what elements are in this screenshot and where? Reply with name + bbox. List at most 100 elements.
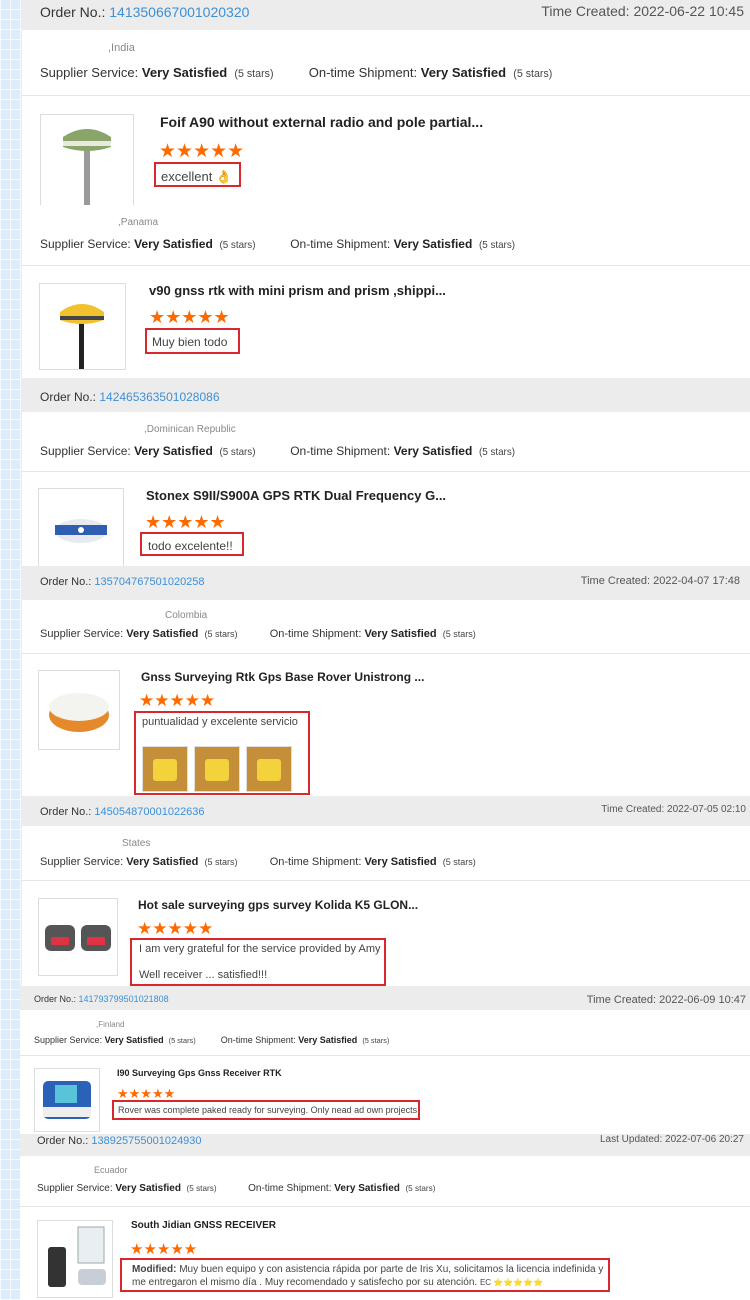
- product-image[interactable]: [34, 1068, 100, 1132]
- buyer-country: ,Dominican Republic: [144, 424, 236, 435]
- review-content: puntualidad y excelente servicio: [142, 716, 298, 728]
- order-no-label: Order No.:: [40, 806, 92, 818]
- review-text: puntualidad y excelente servicio: [134, 711, 310, 795]
- supplier-stars: (5 stars): [204, 857, 238, 867]
- service-ratings: Supplier Service: Very Satisfied (5 star…: [40, 65, 552, 80]
- product-image[interactable]: [39, 283, 126, 370]
- supplier-service-value: Very Satisfied: [134, 237, 213, 251]
- ontime-stars: (5 stars): [405, 1184, 436, 1193]
- rating-stars: ★★★★★: [137, 919, 214, 938]
- order-header: Order No.: 141793799501021808 Time Creat…: [20, 986, 750, 1010]
- last-updated-value: 2022-07-06 20:27: [665, 1134, 744, 1145]
- service-ratings: Supplier Service: Very Satisfied (5 star…: [40, 856, 476, 868]
- time-created-value: 2022-07-05 02:10: [667, 804, 746, 815]
- product-title[interactable]: Foif A90 without external radio and pole…: [160, 114, 483, 130]
- order-number-link[interactable]: 141350667001020320: [109, 4, 249, 20]
- product-title[interactable]: Gnss Surveying Rtk Gps Base Rover Unistr…: [141, 670, 424, 684]
- supplier-stars: (5 stars): [219, 240, 256, 251]
- review-content-line-2: Well receiver ... satisfied!!!: [139, 969, 268, 981]
- supplier-stars: (5 stars): [168, 1036, 196, 1045]
- ontime-stars: (5 stars): [362, 1036, 390, 1045]
- product-title[interactable]: Hot sale surveying gps survey Kolida K5 …: [138, 898, 418, 912]
- order-header: Order No.: 138925755001024930 Last Updat…: [20, 1134, 750, 1156]
- time-created-label: Time Created:: [601, 804, 665, 815]
- ontime-shipment-label: On-time Shipment:: [290, 444, 391, 458]
- ontime-shipment-label: On-time Shipment:: [308, 65, 418, 80]
- ontime-stars: (5 stars): [442, 629, 476, 639]
- ontime-shipment-label: On-time Shipment:: [269, 628, 362, 640]
- product-image[interactable]: [38, 670, 120, 750]
- rating-stars: ★★★★★: [159, 141, 245, 162]
- service-ratings: Supplier Service: Very Satisfied (5 star…: [40, 628, 476, 640]
- time-created-label: Time Created:: [541, 3, 630, 19]
- order-no-label: Order No.:: [34, 994, 77, 1004]
- ontime-shipment-label: On-time Shipment:: [290, 237, 391, 251]
- ontime-shipment-value: Very Satisfied: [393, 237, 473, 251]
- rating-stars: ★★★★★: [117, 1086, 176, 1101]
- ontime-stars: (5 stars): [478, 240, 516, 251]
- product-image[interactable]: [38, 898, 118, 976]
- order-header: Order No.: 135704767501020258 Time Creat…: [22, 566, 750, 600]
- review-text: Rover was complete paked ready for surve…: [112, 1100, 420, 1120]
- order-number-link[interactable]: 145054870001022636: [94, 806, 204, 818]
- rating-stars: ★★★★★: [139, 691, 216, 710]
- service-ratings: Supplier Service: Very Satisfied (5 star…: [37, 1183, 435, 1194]
- order-no-label: Order No.:: [40, 4, 106, 20]
- review-text: Muy bien todo: [145, 328, 240, 354]
- review-text: Modified: Muy buen equipo y con asistenc…: [120, 1258, 610, 1292]
- service-ratings: Supplier Service: Very Satisfied (5 star…: [40, 444, 515, 458]
- rating-stars: ★★★★★: [149, 307, 230, 327]
- review-suffix: EC ⭐⭐⭐⭐⭐: [479, 1278, 544, 1287]
- product-image[interactable]: [37, 1220, 113, 1298]
- product-image[interactable]: [38, 488, 124, 566]
- service-ratings: Supplier Service: Very Satisfied (5 star…: [34, 1035, 389, 1045]
- order-header: Order No.: 145054870001022636 Time Creat…: [22, 796, 750, 826]
- supplier-service-value: Very Satisfied: [126, 856, 199, 868]
- product-image[interactable]: [40, 114, 134, 205]
- supplier-stars: (5 stars): [204, 629, 238, 639]
- ontime-shipment-value: Very Satisfied: [393, 444, 473, 458]
- buyer-country: Colombia: [165, 610, 208, 621]
- review-modified-label: Modified:: [132, 1264, 177, 1275]
- order-number-link[interactable]: 138925755001024930: [91, 1135, 201, 1147]
- supplier-service-value: Very Satisfied: [141, 65, 228, 80]
- ontime-shipment-value: Very Satisfied: [364, 628, 437, 640]
- review-photo[interactable]: [246, 746, 292, 792]
- product-title[interactable]: v90 gnss rtk with mini prism and prism ,…: [149, 283, 446, 298]
- supplier-service-label: Supplier Service:: [34, 1035, 103, 1045]
- order-header: Order No.: 141350667001020320 Time Creat…: [22, 0, 750, 30]
- time-created-value: 2022-06-22 10:45: [633, 3, 744, 19]
- ontime-shipment-label: On-time Shipment:: [248, 1183, 332, 1194]
- order-no-label: Order No.:: [40, 390, 97, 404]
- product-title[interactable]: I90 Surveying Gps Gnss Receiver RTK: [117, 1068, 282, 1078]
- review-photo[interactable]: [142, 746, 188, 792]
- buyer-country: Ecuador: [94, 1165, 128, 1175]
- review-text: todo excelente!!: [140, 532, 244, 556]
- order-number-link[interactable]: 141793799501021808: [79, 994, 169, 1004]
- order-number-link[interactable]: 142465363501028086: [99, 390, 219, 404]
- review-block: Order No.: 141350667001020320 Time Creat…: [22, 0, 750, 205]
- time-created-value: 2022-06-09 10:47: [659, 994, 746, 1006]
- review-block: Order No.: 145054870001022636 Time Creat…: [22, 796, 750, 986]
- supplier-service-value: Very Satisfied: [104, 1035, 164, 1045]
- ontime-shipment-value: Very Satisfied: [334, 1183, 400, 1194]
- review-content: excellent 👌: [161, 169, 233, 184]
- supplier-service-label: Supplier Service:: [37, 1183, 113, 1194]
- product-title[interactable]: South Jidian GNSS RECEIVER: [131, 1220, 276, 1231]
- time-created-label: Time Created:: [580, 575, 651, 587]
- ontime-shipment-label: On-time Shipment:: [220, 1035, 296, 1045]
- ontime-stars: (5 stars): [442, 857, 476, 867]
- review-block: Order No.: 135704767501020258 Time Creat…: [22, 566, 750, 796]
- review-content: I am very grateful for the service provi…: [139, 943, 381, 955]
- ontime-stars: (5 stars): [513, 68, 553, 80]
- supplier-service-label: Supplier Service:: [40, 444, 131, 458]
- service-ratings: Supplier Service: Very Satisfied (5 star…: [40, 237, 515, 251]
- rating-stars: ★★★★★: [130, 1241, 198, 1258]
- product-title[interactable]: Stonex S9II/S900A GPS RTK Dual Frequency…: [146, 488, 446, 503]
- order-number-link[interactable]: 135704767501020258: [94, 576, 204, 588]
- supplier-service-value: Very Satisfied: [115, 1183, 181, 1194]
- supplier-service-label: Supplier Service:: [40, 628, 124, 640]
- review-photo[interactable]: [194, 746, 240, 792]
- supplier-service-value: Very Satisfied: [126, 628, 199, 640]
- supplier-service-label: Supplier Service:: [40, 237, 131, 251]
